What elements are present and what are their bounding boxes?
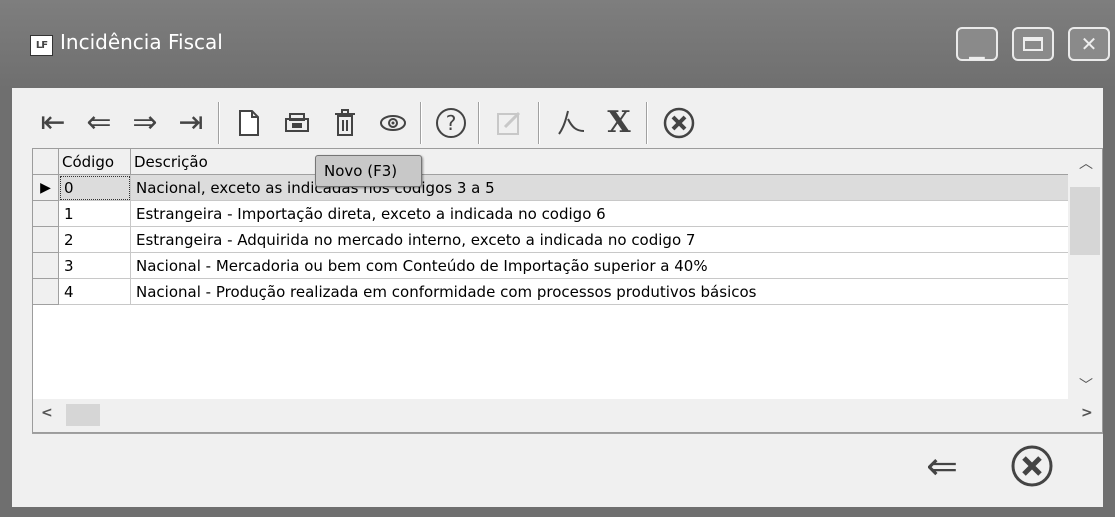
- new-document-icon: [239, 110, 259, 136]
- svg-text:?: ?: [446, 111, 457, 135]
- view-button[interactable]: [372, 98, 414, 148]
- cell-code[interactable]: 4: [59, 279, 131, 305]
- window-frame-bottom: [0, 507, 1115, 517]
- eye-icon: [380, 115, 406, 131]
- maximize-button[interactable]: [1012, 27, 1054, 61]
- window-frame-right: [1103, 88, 1115, 517]
- cell-description[interactable]: Estrangeira - Adquirida no mercado inter…: [131, 227, 1070, 253]
- excel-icon: X: [607, 105, 631, 140]
- toolbar-separator: [478, 102, 480, 144]
- new-record-button[interactable]: [228, 98, 270, 148]
- footer-divider: [32, 433, 1103, 434]
- horizontal-scroll-thumb[interactable]: [66, 404, 100, 426]
- column-header-codigo[interactable]: Código: [59, 149, 131, 175]
- minimize-button[interactable]: ▁: [956, 27, 998, 61]
- scroll-right-icon[interactable]: >: [1081, 405, 1093, 421]
- cell-code[interactable]: 3: [59, 253, 131, 279]
- previous-record-button[interactable]: ⇐: [78, 98, 120, 148]
- cell-code[interactable]: 2: [59, 227, 131, 253]
- close-form-button[interactable]: [658, 98, 700, 148]
- row-indicator: [33, 227, 59, 253]
- close-icon: ✕: [1080, 32, 1098, 56]
- delete-button[interactable]: [324, 98, 366, 148]
- cell-description[interactable]: Estrangeira - Importação direta, exceto …: [131, 201, 1070, 227]
- minimize-icon: ▁: [969, 36, 985, 60]
- header-indicator: [33, 149, 59, 175]
- row-indicator: [33, 201, 59, 227]
- first-record-icon: ⇤: [40, 105, 66, 140]
- back-arrow-icon: ⇐: [926, 444, 958, 488]
- toolbar: ⇤ ⇐ ⇒ ⇥ ? X: [32, 98, 1092, 148]
- scroll-down-icon[interactable]: ﹀: [1079, 375, 1093, 395]
- cell-description[interactable]: Nacional, exceto as indicadas nos codigo…: [131, 175, 1070, 201]
- help-icon: ?: [436, 108, 466, 138]
- title-bar[interactable]: LF Incidência Fiscal ▁ ✕: [0, 0, 1115, 88]
- printer-icon: [285, 113, 309, 132]
- toolbar-separator: [538, 102, 540, 144]
- cancel-icon: [663, 107, 695, 139]
- export-pdf-button[interactable]: [550, 98, 592, 148]
- form-body: ⇤ ⇐ ⇒ ⇥ ? X Código Descrição ▶ 0 Naciona…: [12, 88, 1103, 507]
- toolbar-separator: [218, 102, 220, 144]
- previous-record-icon: ⇐: [86, 105, 112, 140]
- edit-icon: [497, 111, 521, 135]
- tooltip-new: Novo (F3): [315, 155, 422, 187]
- horizontal-scrollbar[interactable]: < >: [33, 399, 1102, 432]
- toolbar-separator: [420, 102, 422, 144]
- table-row[interactable]: 4 Nacional - Produção realizada em confo…: [33, 279, 1070, 305]
- row-indicator: [33, 279, 59, 305]
- cell-description[interactable]: Nacional - Produção realizada em conform…: [131, 279, 1070, 305]
- cancel-icon: [1011, 445, 1053, 487]
- maximize-icon: [1023, 37, 1043, 51]
- column-header-descricao[interactable]: Descrição: [131, 149, 1070, 175]
- table-row[interactable]: 3 Nacional - Mercadoria ou bem com Conte…: [33, 253, 1070, 279]
- current-row-indicator-icon: ▶: [33, 175, 59, 201]
- window-title: Incidência Fiscal: [60, 30, 223, 54]
- vertical-scrollbar[interactable]: ︿ ﹀: [1068, 149, 1102, 399]
- back-button[interactable]: ⇐: [912, 440, 972, 492]
- next-record-button[interactable]: ⇒: [124, 98, 166, 148]
- close-window-button[interactable]: ✕: [1068, 27, 1110, 61]
- row-indicator: [33, 253, 59, 279]
- last-record-icon: ⇥: [178, 105, 204, 140]
- pdf-icon: [558, 110, 585, 135]
- table-row[interactable]: ▶ 0 Nacional, exceto as indicadas nos co…: [33, 175, 1070, 201]
- cell-code[interactable]: 0: [59, 175, 131, 201]
- window-frame-left: [0, 88, 12, 517]
- table-row[interactable]: 2 Estrangeira - Adquirida no mercado int…: [33, 227, 1070, 253]
- edit-button[interactable]: [488, 98, 530, 148]
- cancel-button[interactable]: [1002, 440, 1062, 492]
- print-button[interactable]: [276, 98, 318, 148]
- toolbar-separator: [646, 102, 648, 144]
- table-row[interactable]: 1 Estrangeira - Importação direta, excet…: [33, 201, 1070, 227]
- cell-code[interactable]: 1: [59, 201, 131, 227]
- export-excel-button[interactable]: X: [598, 98, 640, 148]
- cell-description[interactable]: Nacional - Mercadoria ou bem com Conteúd…: [131, 253, 1070, 279]
- scroll-up-icon[interactable]: ︿: [1079, 153, 1093, 173]
- help-button[interactable]: ?: [430, 98, 472, 148]
- trash-icon: [335, 109, 355, 136]
- app-icon[interactable]: LF: [30, 35, 53, 56]
- next-record-icon: ⇒: [132, 105, 158, 140]
- vertical-scroll-thumb[interactable]: [1070, 187, 1100, 255]
- last-record-button[interactable]: ⇥: [170, 98, 212, 148]
- data-grid[interactable]: Código Descrição ▶ 0 Nacional, exceto as…: [32, 148, 1103, 433]
- first-record-button[interactable]: ⇤: [32, 98, 74, 148]
- scroll-left-icon[interactable]: <: [41, 405, 53, 421]
